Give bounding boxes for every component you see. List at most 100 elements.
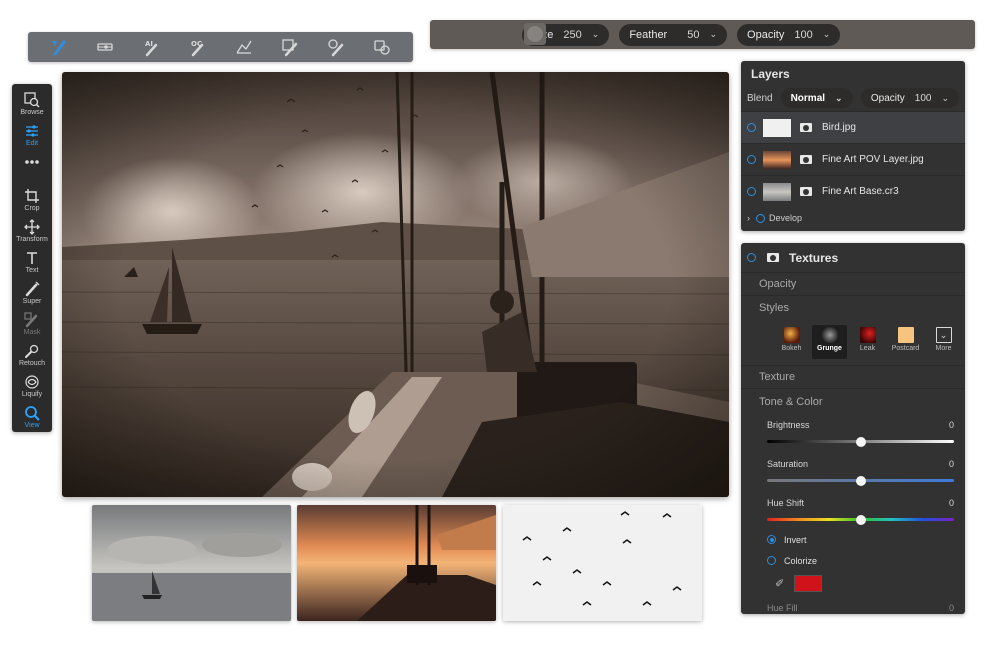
edit-sliders-icon: [26, 125, 38, 137]
invert-option[interactable]: Invert: [741, 529, 965, 550]
textures-panel: Textures Opacity Styles Bokeh Grunge Lea…: [741, 243, 965, 614]
layer-thumb: [763, 118, 791, 137]
tool-view[interactable]: View: [12, 405, 52, 429]
layer-thumbnail-pov[interactable]: [297, 505, 496, 621]
transform-icon: [24, 219, 40, 235]
layer-mask-icon[interactable]: [800, 123, 812, 132]
paint-bucket-icon[interactable]: [278, 36, 302, 58]
style-more[interactable]: ⌄ More: [926, 325, 961, 359]
layer-opacity-value: 100: [914, 92, 932, 104]
opacity-section-label: Opacity: [759, 278, 797, 290]
tool-retouch[interactable]: Retouch: [12, 343, 52, 367]
style-label: Bokeh: [781, 345, 802, 352]
eyedropper-icon[interactable]: ✐: [775, 577, 784, 590]
style-grunge[interactable]: Grunge: [812, 325, 847, 359]
refine-brush-icon[interactable]: [370, 36, 394, 58]
hue-shift-knob[interactable]: [855, 514, 866, 525]
brightness-slider[interactable]: Brightness 0: [741, 420, 965, 447]
layer-row[interactable]: Fine Art POV Layer.jpg: [741, 143, 965, 175]
saturation-knob[interactable]: [855, 475, 866, 486]
ai-brush-icon[interactable]: AI: [139, 36, 163, 58]
chevron-down-icon: ⌄: [822, 29, 831, 39]
colorize-option[interactable]: Colorize: [741, 550, 965, 571]
texture-section[interactable]: Texture: [741, 366, 965, 389]
tool-super-label: Super: [22, 298, 42, 305]
chevron-right-icon[interactable]: ›: [747, 213, 750, 223]
layer-thumbnail-base[interactable]: [92, 505, 291, 621]
blend-mode-dropdown[interactable]: Normal ⌄: [780, 88, 853, 108]
styles-section-label: Styles: [759, 301, 789, 314]
blend-mode-value: Normal: [790, 92, 826, 104]
retouch-icon: [25, 344, 39, 358]
invert-radio[interactable]: [767, 535, 776, 544]
layer-thumbnail-bird[interactable]: [503, 505, 702, 621]
saturation-slider[interactable]: Saturation 0: [741, 459, 965, 486]
grunge-swatch: [821, 327, 838, 343]
tool-view-label: View: [24, 422, 40, 429]
layers-title: Layers: [751, 67, 790, 81]
tool-edit[interactable]: Edit: [12, 123, 52, 147]
brush-paint-icon[interactable]: [47, 36, 71, 58]
tool-more[interactable]: [12, 154, 52, 170]
visibility-toggle-icon[interactable]: [747, 123, 756, 132]
color-brush-icon[interactable]: [324, 36, 348, 58]
brightness-value: 0: [948, 420, 954, 430]
oc-brush-icon[interactable]: OC: [185, 36, 209, 58]
tool-text-label: Text: [25, 267, 39, 274]
layer-mask-icon[interactable]: [800, 187, 812, 196]
tool-crop-label: Crop: [24, 205, 40, 212]
bokeh-swatch: [783, 327, 800, 343]
tool-crop[interactable]: Crop: [12, 188, 52, 212]
tool-retouch-label: Retouch: [18, 360, 46, 367]
layer-opacity-dropdown[interactable]: Opacity 100 ⌄: [860, 88, 959, 108]
textures-visibility-icon[interactable]: [747, 253, 756, 262]
tool-browse[interactable]: Browse: [12, 92, 52, 116]
tool-transform[interactable]: Transform: [12, 219, 52, 243]
layer-thumb: [763, 150, 791, 169]
layer-name: Fine Art POV Layer.jpg: [822, 154, 924, 165]
layer-name: Bird.jpg: [822, 122, 856, 133]
colorize-label: Colorize: [784, 555, 818, 566]
leak-swatch: [859, 327, 876, 343]
brush-preview-icon[interactable]: [524, 23, 546, 45]
eraser-line-icon[interactable]: [93, 36, 117, 58]
style-bokeh[interactable]: Bokeh: [774, 325, 809, 359]
feather-dropdown[interactable]: Feather 50 ⌄: [619, 23, 728, 46]
gradient-mask-icon[interactable]: [232, 36, 256, 58]
textures-mask-icon[interactable]: [767, 253, 779, 262]
super-brush-icon: [25, 281, 40, 297]
opacity-section[interactable]: Opacity: [741, 273, 965, 296]
layer-row[interactable]: Fine Art Base.cr3: [741, 175, 965, 207]
style-label: Leak: [859, 345, 876, 352]
hue-shift-track[interactable]: [767, 514, 954, 525]
visibility-toggle-icon[interactable]: [747, 155, 756, 164]
postcard-swatch: [897, 327, 914, 343]
colorize-radio[interactable]: [767, 556, 776, 565]
saturation-track[interactable]: [767, 475, 954, 486]
image-canvas[interactable]: [62, 72, 729, 497]
visibility-toggle-icon[interactable]: [747, 187, 756, 196]
colorize-color-swatch[interactable]: [794, 574, 823, 592]
opacity-dropdown[interactable]: Opacity 100 ⌄: [737, 23, 841, 46]
hue-shift-slider[interactable]: Hue Shift 0: [741, 498, 965, 525]
size-value: 250: [563, 28, 582, 41]
brightness-track[interactable]: [767, 436, 954, 447]
opacity-label: Opacity: [747, 28, 785, 41]
develop-label: Develop: [769, 213, 803, 223]
brightness-knob[interactable]: [855, 436, 866, 447]
develop-row[interactable]: › Develop: [741, 207, 965, 229]
layer-row[interactable]: Bird.jpg: [741, 111, 965, 143]
tool-liquify[interactable]: Liquify: [12, 374, 52, 398]
hue-fill-row: Hue Fill 0: [741, 595, 965, 613]
textures-title: Textures: [789, 250, 839, 265]
tool-text[interactable]: Text: [12, 250, 52, 274]
crop-icon: [25, 189, 39, 203]
tool-super[interactable]: Super: [12, 281, 52, 305]
style-leak[interactable]: Leak: [850, 325, 885, 359]
tone-color-section[interactable]: Tone & Color: [741, 389, 965, 414]
style-postcard[interactable]: Postcard: [888, 325, 923, 359]
tool-mask[interactable]: Mask: [12, 312, 52, 336]
layer-mask-icon[interactable]: [800, 155, 812, 164]
tool-browse-label: Browse: [20, 109, 44, 116]
develop-visibility-icon[interactable]: [756, 213, 765, 223]
